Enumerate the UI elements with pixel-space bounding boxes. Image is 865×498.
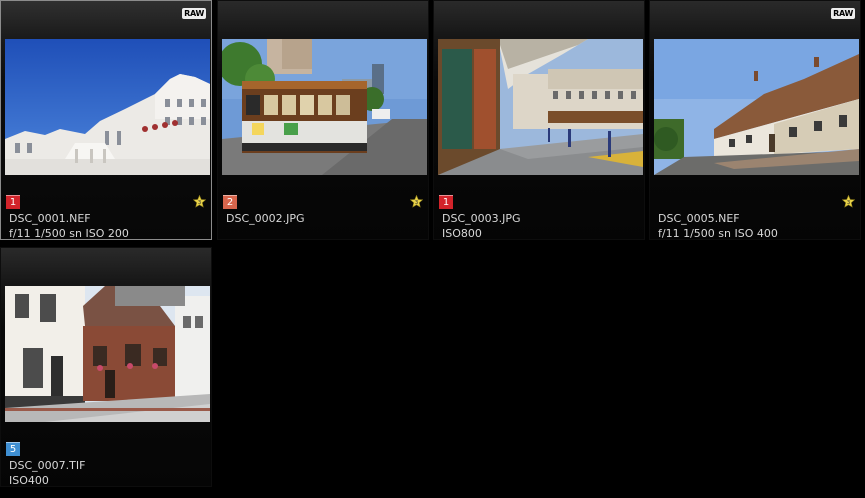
- color-label-badge: 1: [6, 195, 20, 209]
- file-name: DSC_0003.JPG: [442, 212, 521, 225]
- thumbnail-grid: RAW 1 3 DSC_0001.NEF f/11 1/500 sn ISO 2…: [0, 0, 865, 498]
- thumbnail-image[interactable]: [438, 39, 643, 175]
- thumbnail-cell[interactable]: 5 DSC_0007.TIF ISO400: [0, 247, 212, 487]
- file-name: DSC_0005.NEF: [658, 212, 740, 225]
- rating-star-icon: 3: [842, 195, 855, 208]
- svg-text:3: 3: [847, 200, 851, 206]
- shooting-info: ISO800: [442, 227, 482, 240]
- thumbnail-cell[interactable]: RAW 1 3 DSC_0001.NEF f/11 1/500 sn ISO 2…: [0, 0, 212, 240]
- rating-star-icon: 3: [410, 195, 423, 208]
- file-name: DSC_0002.JPG: [226, 212, 305, 225]
- svg-text:3: 3: [415, 200, 419, 206]
- thumbnail-image[interactable]: [5, 39, 210, 175]
- file-name: DSC_0001.NEF: [9, 212, 91, 225]
- thumbnail-cell[interactable]: 2 3 DSC_0002.JPG: [217, 0, 429, 240]
- svg-text:3: 3: [198, 200, 202, 206]
- shooting-info: f/11 1/500 sn ISO 200: [9, 227, 129, 240]
- color-label-badge: 1: [439, 195, 453, 209]
- color-label-badge: 2: [223, 195, 237, 209]
- thumbnail-cell[interactable]: RAW 3 DSC_0005.NEF f/11 1/500 sn ISO 400: [649, 0, 861, 240]
- shooting-info: ISO400: [9, 474, 49, 487]
- raw-badge: RAW: [182, 8, 206, 19]
- thumbnail-image[interactable]: [222, 39, 427, 175]
- file-name: DSC_0007.TIF: [9, 459, 86, 472]
- raw-badge: RAW: [831, 8, 855, 19]
- color-label-badge: 5: [6, 442, 20, 456]
- thumbnail-image[interactable]: [654, 39, 859, 175]
- shooting-info: f/11 1/500 sn ISO 400: [658, 227, 778, 240]
- thumbnail-image[interactable]: [5, 286, 210, 422]
- thumbnail-cell[interactable]: 1 DSC_0003.JPG ISO800: [433, 0, 645, 240]
- rating-star-icon: 3: [193, 195, 206, 208]
